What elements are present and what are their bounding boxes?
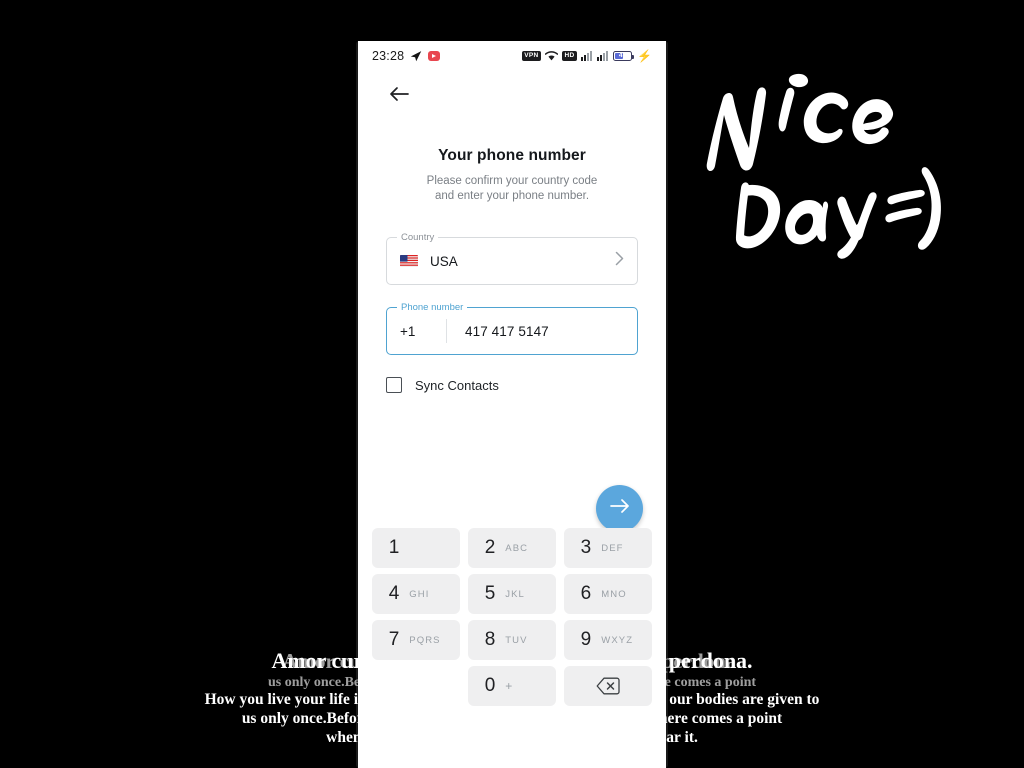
battery-indicator: 41 <box>613 51 635 61</box>
key-letters: JKL <box>505 588 525 600</box>
country-value: USA <box>430 253 458 269</box>
subtitle-line-2: and enter your phone number. <box>434 190 590 202</box>
key-4[interactable]: 4 GHI <box>368 571 464 617</box>
key-letters: WXYZ <box>601 634 634 646</box>
vpn-badge: VPN <box>521 51 542 61</box>
key-8[interactable]: 8 TUV <box>464 617 560 663</box>
page-title: Your phone number <box>438 147 586 164</box>
phone-number-value: 417 417 5147 <box>465 323 549 339</box>
key-2[interactable]: 2 ABC <box>464 525 560 571</box>
key-letters: MNO <box>601 588 627 600</box>
chevron-right-icon <box>615 251 624 271</box>
status-time: 23:28 <box>372 49 405 63</box>
key-digit: 3 <box>580 537 592 558</box>
screen-root: Amor cura, amor sana, amor amato amar pe… <box>0 0 1024 768</box>
hd-badge: HD <box>562 51 578 61</box>
phone-number-label: Phone number <box>397 302 468 314</box>
key-letters: DEF <box>601 542 624 554</box>
subtitle-line-1: Please confirm your country code <box>426 175 598 187</box>
charging-bolt-icon: ⚡ <box>637 49 652 63</box>
arrow-right-icon <box>609 498 630 519</box>
app-content: Your phone number Please confirm your co… <box>358 71 666 532</box>
key-blank <box>368 663 464 709</box>
signal-sim1-icon <box>581 51 593 61</box>
phone-number-input[interactable]: Phone number +1 417 417 5147 <box>386 302 638 355</box>
country-field-wrapper: Country USA <box>386 232 638 285</box>
youtube-icon <box>428 51 441 61</box>
status-bar-left: 23:28 <box>372 49 441 63</box>
key-digit: 6 <box>580 583 592 604</box>
phone-screen: 23:28 VPN HD 41 ⚡ Your phone number Plea… <box>358 41 666 768</box>
key-0[interactable]: 0 + <box>464 663 560 709</box>
key-1[interactable]: 1 <box>368 525 464 571</box>
battery-percent: 41 <box>618 51 627 59</box>
back-button[interactable] <box>386 81 412 107</box>
key-digit: 2 <box>484 537 496 558</box>
status-bar-right: VPN HD 41 ⚡ <box>521 49 652 63</box>
key-3[interactable]: 3 DEF <box>560 525 656 571</box>
sync-contacts-checkbox[interactable] <box>386 377 402 393</box>
key-letters: ABC <box>505 542 529 554</box>
key-7[interactable]: 7 PQRS <box>368 617 464 663</box>
key-backspace[interactable] <box>560 663 656 709</box>
backspace-icon <box>596 677 620 695</box>
key-letters: PQRS <box>409 634 441 646</box>
country-code-value: +1 <box>400 323 416 339</box>
key-digit: 9 <box>580 629 592 650</box>
key-digit: 1 <box>388 537 400 558</box>
page-subtitle: Please confirm your country code and ent… <box>386 174 638 204</box>
key-digit: 8 <box>484 629 496 650</box>
key-digit: 7 <box>388 629 400 650</box>
phone-field-wrapper: Phone number +1 417 417 5147 <box>386 302 638 355</box>
key-letters: GHI <box>409 588 430 600</box>
key-digit: 0 <box>484 675 496 696</box>
us-flag-icon <box>400 255 430 267</box>
signal-sim2-icon <box>597 51 609 61</box>
key-9[interactable]: 9 WXYZ <box>560 617 656 663</box>
sync-contacts-label: Sync Contacts <box>415 377 499 393</box>
telegram-send-icon <box>410 50 422 62</box>
top-bar <box>386 71 638 117</box>
sync-contacts-row[interactable]: Sync Contacts <box>386 377 638 393</box>
wifi-icon <box>545 51 559 61</box>
numeric-keypad: 1 2 ABC 3 DEF 4 GHI 5 JKL 6 MNO 7 PQRS 8… <box>358 519 666 715</box>
key-5[interactable]: 5 JKL <box>464 571 560 617</box>
status-bar: 23:28 VPN HD 41 ⚡ <box>358 41 666 71</box>
key-digit: 5 <box>484 583 496 604</box>
handwritten-nice-day <box>695 68 960 263</box>
key-letters: + <box>505 679 513 693</box>
key-6[interactable]: 6 MNO <box>560 571 656 617</box>
country-label: Country <box>397 232 439 244</box>
arrow-left-icon <box>389 86 409 102</box>
key-letters: TUV <box>505 634 528 646</box>
key-digit: 4 <box>388 583 400 604</box>
country-select[interactable]: Country USA <box>386 232 638 285</box>
